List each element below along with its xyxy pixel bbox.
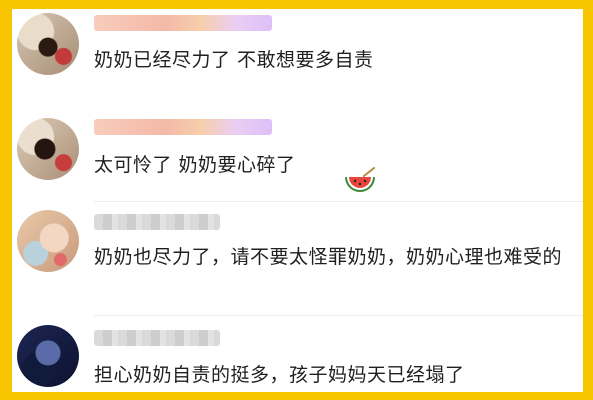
username-blurred[interactable] <box>94 119 272 135</box>
avatar[interactable] <box>17 325 79 387</box>
comment-text: 奶奶也尽力了，请不要太怪罪奶奶，奶奶心理也难受的 <box>94 246 563 268</box>
avatar[interactable] <box>17 118 79 180</box>
comment-text: 奶奶已经尽力了 不敢想要多自责 <box>94 49 374 71</box>
comment-text: 太可怜了 奶奶要心碎了 <box>94 154 296 176</box>
avatar[interactable] <box>17 210 79 272</box>
comment-text: 担心奶奶自责的挺多，孩子妈妈天已经塌了 <box>94 364 465 386</box>
avatar[interactable] <box>17 13 79 75</box>
username-blurred[interactable] <box>94 214 220 230</box>
comment-item: 担心奶奶自责的挺多，孩子妈妈天已经塌了 <box>12 316 583 392</box>
comment-item: 太可怜了 奶奶要心碎了 <box>12 109 583 199</box>
username-blurred[interactable] <box>94 330 220 346</box>
comment-item: 奶奶也尽力了，请不要太怪罪奶奶，奶奶心理也难受的 <box>12 202 583 314</box>
comment-list-frame: 奶奶已经尽力了 不敢想要多自责 太可怜了 奶奶要心碎了 奶奶也尽力了，请不要太怪… <box>12 9 583 392</box>
username-blurred[interactable] <box>94 15 272 31</box>
watermelon-icon <box>345 167 375 192</box>
comment-item: 奶奶已经尽力了 不敢想要多自责 <box>12 9 583 109</box>
